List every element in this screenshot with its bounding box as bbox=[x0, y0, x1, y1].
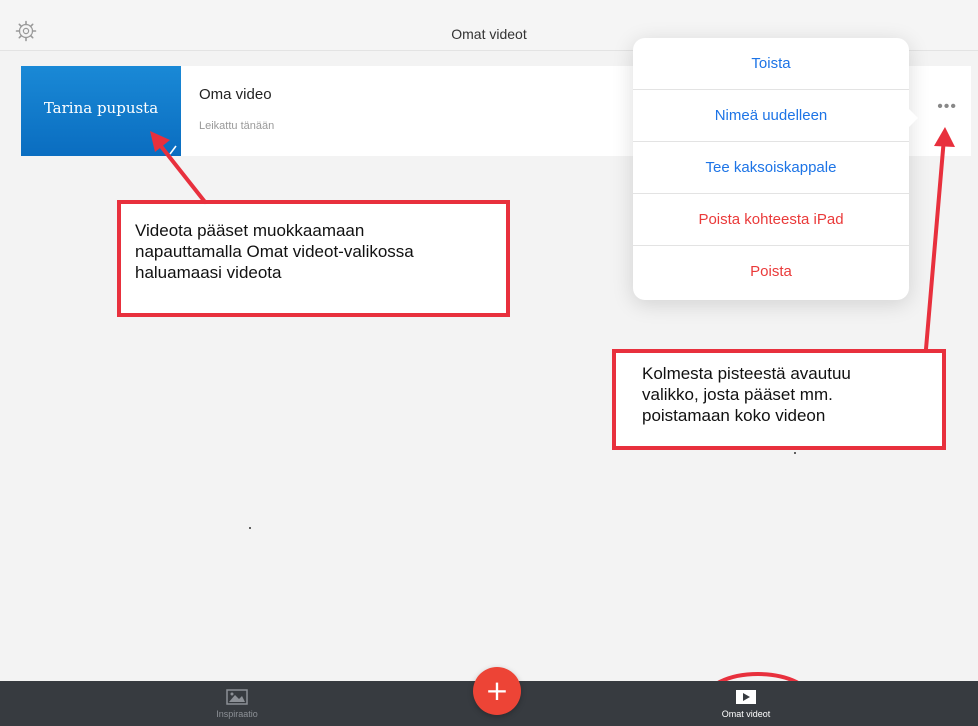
tab-label: Omat videot bbox=[721, 709, 771, 719]
menu-item-delete[interactable]: Poista bbox=[633, 246, 909, 297]
tab-inspiraatio[interactable]: Inspiraatio bbox=[192, 689, 282, 719]
video-thumbnail[interactable]: Tarina pupusta bbox=[21, 66, 181, 156]
ellipsis-icon[interactable]: ••• bbox=[937, 99, 957, 115]
tab-omat-videot[interactable]: Omat videot bbox=[701, 689, 791, 719]
video-subtitle: Leikattu tänään bbox=[199, 120, 275, 132]
image-icon bbox=[226, 689, 248, 705]
annotation-callout-menu: Kolmesta pisteestä avautuu valikko, jost… bbox=[612, 349, 946, 450]
add-video-button[interactable]: + bbox=[473, 667, 521, 715]
thumbnail-title: Tarina pupusta bbox=[43, 99, 159, 117]
menu-item-play[interactable]: Toista bbox=[633, 38, 909, 90]
callout-text-line: poistamaan koko videon bbox=[642, 406, 826, 425]
tab-label: Inspiraatio bbox=[216, 709, 258, 719]
callout-text-line: haluamaasi videota bbox=[135, 263, 282, 282]
video-options-menu: Toista Nimeä uudelleen Tee kaksoiskappal… bbox=[633, 38, 918, 300]
callout-text-line: valikko, josta pääset mm. bbox=[642, 385, 833, 404]
stray-dot bbox=[794, 452, 796, 454]
arrow-to-ellipsis bbox=[924, 136, 946, 351]
annotation-callout-edit: Videota pääset muokkaamaan napauttamalla… bbox=[117, 200, 510, 317]
menu-item-rename[interactable]: Nimeä uudelleen bbox=[633, 90, 909, 142]
edit-corner-icon bbox=[167, 142, 177, 155]
video-name: Oma video bbox=[199, 86, 272, 103]
stray-dot bbox=[249, 527, 251, 529]
plus-icon: + bbox=[485, 674, 509, 707]
callout-text-line: Videota pääset muokkaamaan bbox=[135, 221, 365, 240]
popover-pointer bbox=[908, 108, 918, 128]
callout-text-line: napauttamalla Omat videot-valikossa bbox=[135, 242, 414, 261]
menu-item-duplicate[interactable]: Tee kaksoiskappale bbox=[633, 142, 909, 194]
play-icon bbox=[736, 690, 756, 704]
callout-text-line: Kolmesta pisteestä avautuu bbox=[642, 364, 851, 383]
menu-item-remove-from-ipad[interactable]: Poista kohteesta iPad bbox=[633, 194, 909, 246]
